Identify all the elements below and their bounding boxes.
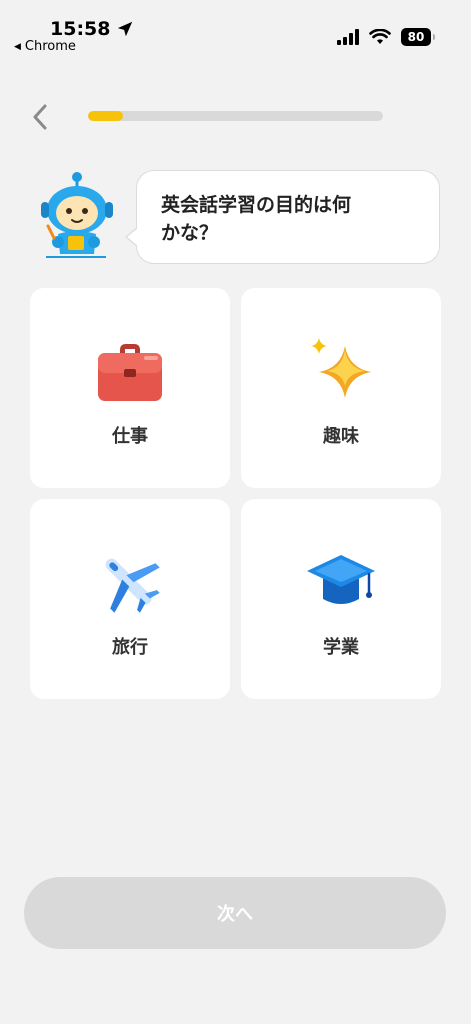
option-card-hobby[interactable]: 趣味 — [241, 288, 441, 488]
option-card-travel[interactable]: 旅行 — [30, 499, 230, 699]
option-label-travel: 旅行 — [112, 637, 148, 658]
wifi-icon — [369, 29, 391, 44]
screen: 15:58 ◀ Chrome 80 英会話学習の目的は何 かな？ 仕事 趣味 旅… — [0, 0, 471, 1024]
battery-icon: 80 — [401, 28, 435, 46]
option-label-work: 仕事 — [112, 426, 148, 447]
back-app-label: Chrome — [24, 39, 76, 54]
status-time-text: 15:58 — [50, 18, 111, 40]
cellular-signal-icon — [337, 29, 359, 45]
option-card-study[interactable]: 学業 — [241, 499, 441, 699]
question-bubble: 英会話学習の目的は何 かな？ — [125, 170, 440, 264]
option-label-hobby: 趣味 — [323, 426, 359, 447]
back-triangle-icon: ◀ — [14, 41, 21, 52]
progress-fill — [88, 111, 124, 121]
chevron-left-icon — [33, 104, 47, 130]
question-line-2: かな？ — [161, 222, 219, 244]
next-button[interactable]: 次へ — [24, 877, 446, 949]
question-line-1: 英会話学習の目的は何 — [161, 194, 352, 216]
back-to-app-link[interactable]: ◀ Chrome — [14, 39, 76, 54]
option-label-study: 学業 — [323, 637, 359, 658]
option-card-work[interactable]: 仕事 — [30, 288, 230, 488]
robot-mascot-icon — [41, 172, 113, 258]
airplane-icon — [105, 558, 160, 613]
back-button[interactable] — [26, 100, 54, 134]
location-arrow-icon — [118, 21, 133, 37]
status-time: 15:58 — [50, 18, 134, 40]
status-indicators: 80 — [337, 28, 435, 46]
progress-bar — [88, 111, 383, 121]
graduation-cap-icon — [307, 555, 375, 604]
battery-level: 80 — [407, 30, 425, 44]
briefcase-icon — [98, 344, 162, 401]
sparkle-icon — [311, 338, 371, 398]
